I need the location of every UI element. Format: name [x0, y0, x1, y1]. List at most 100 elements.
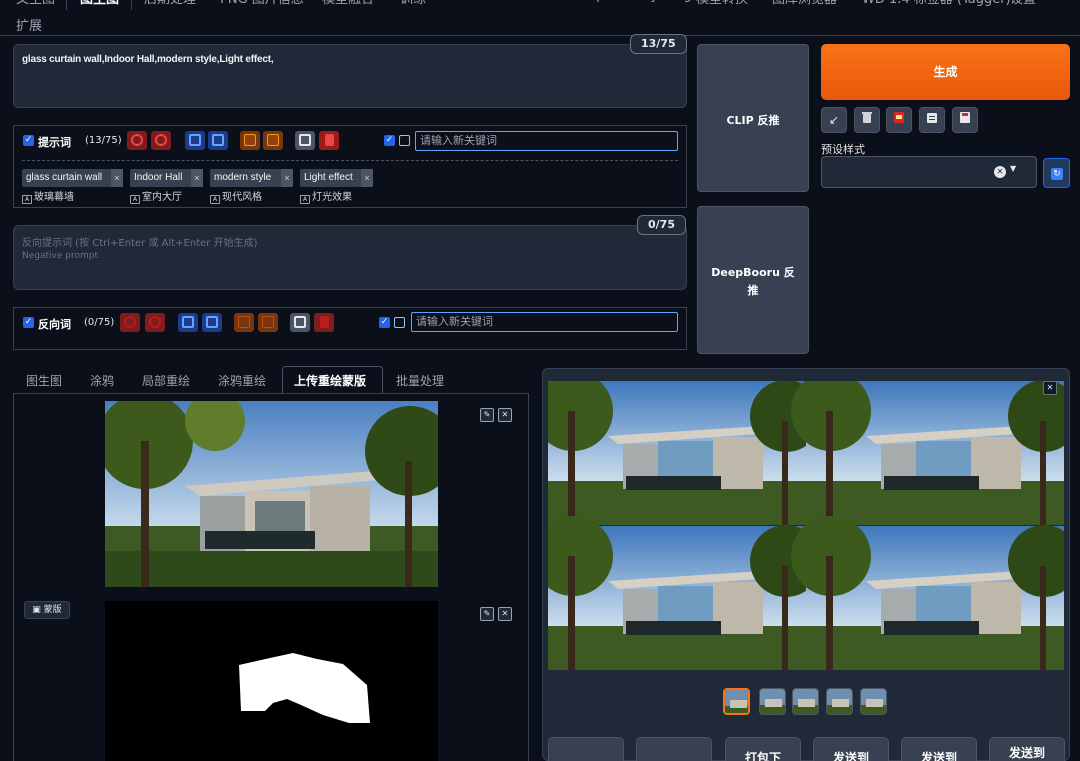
tab-extensions[interactable]: 扩展	[16, 15, 42, 34]
send-to-extras-button[interactable]: 发送到	[989, 737, 1065, 761]
translate-all-button[interactable]	[263, 131, 283, 150]
gallery-thumbnail[interactable]	[759, 688, 786, 715]
subtab-img2img[interactable]: 图生图	[26, 372, 62, 389]
copy-keywords-button[interactable]	[185, 131, 205, 150]
card-icon	[893, 112, 905, 127]
read-params-button[interactable]: ↙	[821, 107, 847, 133]
chevron-down-icon[interactable]: ▼	[1010, 164, 1016, 173]
delete-button[interactable]	[319, 131, 339, 150]
tab-model-convert[interactable]: 模型转换	[696, 0, 748, 10]
tab-txt2img[interactable]: 文生图	[16, 0, 55, 10]
subtab-sketch[interactable]: 涂鸦	[90, 372, 114, 389]
tab-additional-networks[interactable]: Additional Networks	[450, 0, 580, 10]
negative-placeholder-en: Negative prompt	[22, 251, 98, 261]
prompt-keyword-input[interactable]: 请输入新关键词	[415, 131, 678, 151]
keyword-mode-checkbox[interactable]	[394, 317, 405, 328]
gallery-thumbnail[interactable]	[792, 688, 819, 715]
deepbooru-interrogate-button[interactable]: DeepBooru 反推	[697, 206, 809, 354]
clear-weight-button[interactable]	[145, 313, 165, 332]
prompt-tagbar-label: 提示词	[38, 136, 71, 149]
tab-extras[interactable]: 后期处理	[144, 0, 196, 10]
tab-image-browser[interactable]: 图库浏览器	[772, 0, 837, 10]
tagbar-divider	[22, 160, 678, 161]
chip-translation: A 灯光效果	[300, 188, 352, 204]
gallery-thumbnail[interactable]	[723, 688, 750, 715]
keyword-toggle-checkbox[interactable]: ✓	[379, 317, 390, 328]
tab-img2img[interactable]: 图生图	[80, 0, 119, 10]
close-icon[interactable]: ✕	[1043, 381, 1057, 395]
prompt-tagbar-checkbox[interactable]: ✓	[23, 135, 34, 146]
remove-weight-button[interactable]	[127, 131, 147, 150]
close-icon[interactable]: ✕	[498, 607, 512, 621]
keyword-toggle-checkbox[interactable]: ✓	[384, 135, 395, 146]
negative-tagbar-checkbox[interactable]: ✓	[23, 317, 34, 328]
translate-button[interactable]	[234, 313, 254, 332]
gallery-thumbnail[interactable]	[826, 688, 853, 715]
remove-weight-button[interactable]	[120, 313, 140, 332]
copy-button[interactable]	[295, 131, 315, 150]
negative-tagbar-count: (0/75)	[84, 317, 115, 328]
gallery-thumbnail[interactable]	[860, 688, 887, 715]
prompt-chip[interactable]: modern style ×	[210, 169, 293, 187]
chip-translation: A 玻璃幕墙	[22, 188, 74, 204]
refresh-button[interactable]: ↻	[1043, 158, 1070, 188]
preset-styles-label: 预设样式	[821, 143, 865, 156]
keyword-mode-checkbox[interactable]	[399, 135, 410, 146]
extra-networks-button[interactable]	[886, 107, 912, 133]
copy-button[interactable]	[290, 313, 310, 332]
edit-icon[interactable]: ✎	[480, 408, 494, 422]
refresh-icon: ↻	[1051, 168, 1063, 180]
source-image[interactable]	[105, 401, 438, 587]
prompt-token-counter: 13/75	[630, 34, 687, 54]
subtab-inpaint-upload[interactable]: 上传重绘蒙版	[294, 372, 366, 389]
bookmark-button[interactable]	[202, 313, 222, 332]
save-icon	[959, 112, 971, 127]
prompt-chip[interactable]: Light effect ×	[300, 169, 373, 187]
subtab-inpaint-sketch[interactable]: 涂鸦重绘	[218, 372, 266, 389]
trash-icon	[861, 112, 873, 127]
prompt-tagbar-count: (13/75)	[85, 135, 122, 146]
bookmark-button[interactable]	[208, 131, 228, 150]
clip-interrogate-button[interactable]: CLIP 反推	[697, 44, 809, 192]
edit-icon[interactable]: ✎	[480, 607, 494, 621]
translate-all-button[interactable]	[258, 313, 278, 332]
prompt-chip[interactable]: Indoor Hall ×	[130, 169, 203, 187]
clear-icon[interactable]: ✕	[994, 166, 1006, 178]
negative-tagbar-label: 反向词	[38, 318, 71, 331]
output-grid-image[interactable]	[548, 381, 1064, 670]
send-to-inpaint-button[interactable]: 发送到	[901, 737, 977, 761]
negative-keyword-input[interactable]: 请输入新关键词	[411, 312, 678, 332]
prompt-chip[interactable]: glass curtain wall ×	[22, 169, 123, 187]
trash-button[interactable]	[854, 107, 880, 133]
tab-checkpoint-merger[interactable]: 模型融合	[322, 0, 374, 10]
open-folder-button[interactable]	[548, 737, 624, 761]
clear-weight-button[interactable]	[151, 131, 171, 150]
delete-button[interactable]	[314, 313, 334, 332]
close-icon[interactable]: ✕	[498, 408, 512, 422]
tab-settings[interactable]: 设置	[1010, 0, 1036, 10]
generate-button[interactable]: 生成	[821, 44, 1070, 100]
copy-keywords-button[interactable]	[178, 313, 198, 332]
translate-button[interactable]	[240, 131, 260, 150]
subtab-inpaint[interactable]: 局部重绘	[142, 372, 190, 389]
chip-translation: A 现代风格	[210, 188, 262, 204]
save-style-button[interactable]	[952, 107, 978, 133]
mask-label: ▣ 蒙版	[24, 601, 70, 619]
subtab-batch[interactable]: 批量处理	[396, 372, 444, 389]
send-to-img2img-button[interactable]: 发送到	[813, 737, 889, 761]
prompt-text[interactable]: glass curtain wall,Indoor Hall,modern st…	[22, 54, 274, 65]
negative-token-counter: 0/75	[637, 215, 686, 235]
negative-placeholder: 反向提示词 (按 Ctrl+Enter 或 Alt+Enter 开始生成)	[22, 238, 258, 249]
tab-wd-tagger[interactable]: WD 1.4 标签器 (Tagger)	[862, 0, 1011, 10]
tab-png-info[interactable]: PNG 图片信息	[220, 0, 304, 10]
arrow-icon: ↙	[828, 113, 840, 127]
tab-inpaint-anything[interactable]: Inpaint Anything	[584, 0, 692, 10]
clipboard-icon	[926, 113, 938, 127]
top-tab-bar: 文生图 图生图 后期处理 PNG 图片信息 模型融合 训练 Additional…	[0, 0, 1080, 36]
zip-download-button[interactable]: 打包下	[725, 737, 801, 761]
apply-style-button[interactable]	[919, 107, 945, 133]
chip-translation: A 室内大厅	[130, 188, 182, 204]
tab-train[interactable]: 训练	[400, 0, 426, 10]
mask-image[interactable]	[105, 601, 438, 761]
save-button[interactable]	[636, 737, 712, 761]
